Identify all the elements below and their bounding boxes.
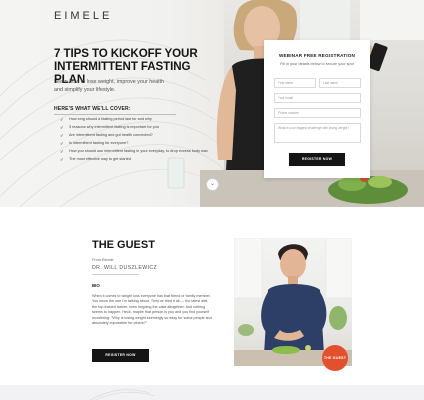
check-icon: ✓ bbox=[60, 149, 64, 154]
list-item-text: The most effective way to get started bbox=[69, 157, 131, 161]
hero-subtitle-line2: and simplify your lifestyle. bbox=[54, 87, 116, 93]
guest-from: From Eimele bbox=[92, 258, 114, 262]
checklist: ✓ How long should a fasting period last f… bbox=[60, 117, 210, 165]
phone-field[interactable]: Phone number bbox=[274, 108, 361, 118]
check-icon: ✓ bbox=[60, 141, 64, 146]
list-item-text: How long should a fasting period last fo… bbox=[69, 117, 152, 121]
check-icon: ✓ bbox=[60, 157, 64, 162]
registration-form: WEBINAR FREE REGISTRATION Fill in your d… bbox=[264, 40, 370, 178]
guest-register-button[interactable]: REGISTER NOW bbox=[92, 349, 149, 362]
divider bbox=[92, 274, 139, 275]
bio-heading: BIO bbox=[92, 283, 100, 288]
list-item-text: Are intermittent fasting and gut health … bbox=[69, 133, 153, 137]
list-item: ✓ How you should use intermittent fasting… bbox=[60, 149, 210, 154]
list-item-text: Is intermittent fasting for everyone? bbox=[69, 141, 129, 145]
first-name-field[interactable]: First name bbox=[274, 78, 316, 88]
divider bbox=[54, 114, 176, 115]
hero-subtitle: Learn how to lose weight, improve your h… bbox=[54, 79, 164, 85]
email-field[interactable]: Your email bbox=[274, 93, 361, 103]
list-item: ✓ The most effective way to get started bbox=[60, 157, 210, 162]
check-icon: ✓ bbox=[60, 117, 64, 122]
chevron-down-icon[interactable]: ⌄ bbox=[206, 178, 219, 191]
form-subtitle: Fill in your details below to secure you… bbox=[280, 62, 354, 66]
list-item: ✓ Are intermittent fasting and gut health… bbox=[60, 133, 210, 138]
check-icon: ✓ bbox=[60, 125, 64, 130]
check-icon: ✓ bbox=[60, 133, 64, 138]
challenge-question-field[interactable]: What is your biggest challenge with losi… bbox=[274, 123, 361, 143]
section-title: THE GUEST bbox=[92, 239, 155, 251]
guest-badge: THE GUEST bbox=[322, 345, 348, 371]
last-name-field[interactable]: Last name bbox=[319, 78, 361, 88]
bio-text: When it comes to weight loss everyone ha… bbox=[92, 294, 212, 326]
register-now-button[interactable]: REGISTER NOW bbox=[289, 153, 345, 166]
decorative-swirl bbox=[89, 389, 156, 400]
list-item: ✓ How long should a fasting period last f… bbox=[60, 117, 210, 122]
cover-heading: HERE'S WHAT WE'LL COVER: bbox=[54, 106, 131, 112]
hero-section: EIMELE 7 TIPS TO KICKOFF YOUR INTERMITTE… bbox=[0, 0, 424, 207]
guest-name: DR. WILL DUSZLEWICZ bbox=[92, 265, 158, 271]
list-item: ✓ 3 reasons why intermittent fasting is i… bbox=[60, 125, 210, 130]
list-item-text: 3 reasons why intermittent fasting is im… bbox=[69, 125, 159, 129]
list-item: ✓ Is intermittent fasting for everyone? bbox=[60, 141, 210, 146]
list-item-text: How you should use intermittent fasting … bbox=[69, 149, 208, 153]
guest-section: THE GUEST From Eimele DR. WILL DUSZLEWIC… bbox=[0, 207, 424, 385]
brand-logo[interactable]: EIMELE bbox=[54, 10, 112, 22]
form-title: WEBINAR FREE REGISTRATION bbox=[278, 53, 356, 58]
